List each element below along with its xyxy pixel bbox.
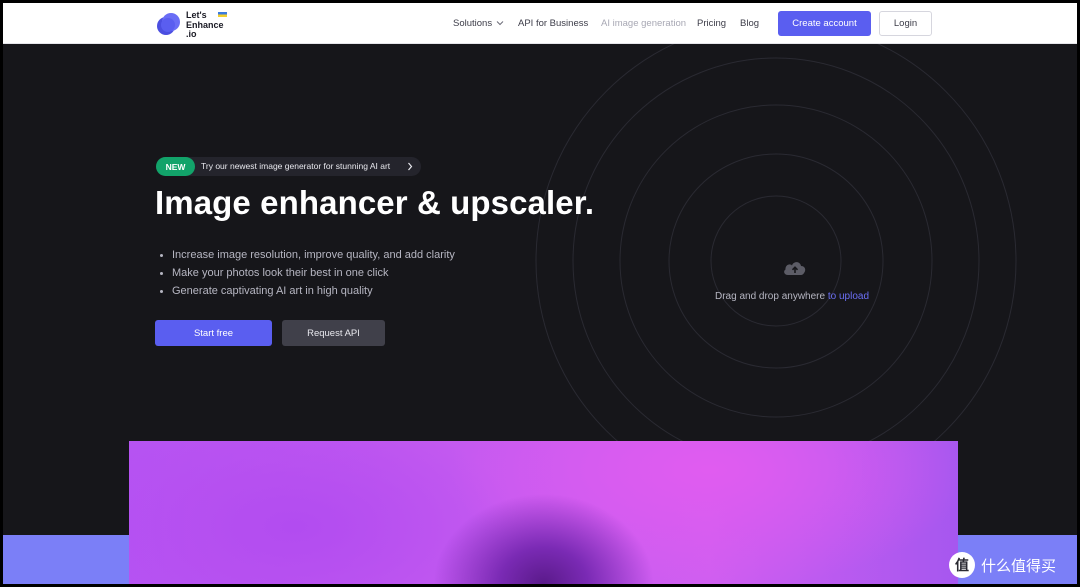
watermark-text: 什么值得买 bbox=[981, 557, 1057, 575]
upload-text: Drag and drop anywhere bbox=[715, 291, 828, 302]
feature-item: Generate captivating AI art in high qual… bbox=[159, 282, 455, 300]
cloud-upload-icon[interactable] bbox=[782, 259, 808, 277]
nav-ai-image-generation[interactable]: AI image generation bbox=[601, 18, 686, 29]
nav-solutions[interactable]: Solutions bbox=[453, 18, 492, 29]
feature-item: Make your photos look their best in one … bbox=[159, 264, 455, 282]
login-button[interactable]: Login bbox=[879, 11, 932, 36]
decorative-rings bbox=[535, 44, 1017, 444]
page-frame: Let's Enhance .io Solutions API for Busi… bbox=[3, 3, 1077, 584]
feature-item: Increase image resolution, improve quali… bbox=[159, 246, 455, 264]
feature-list: Increase image resolution, improve quali… bbox=[159, 246, 455, 300]
chevron-right-icon bbox=[408, 162, 413, 171]
nav-api-for-business[interactable]: API for Business bbox=[518, 18, 588, 29]
watermark-logo-icon: 值 bbox=[949, 552, 975, 578]
nav-pricing[interactable]: Pricing bbox=[697, 18, 726, 29]
top-navbar: Let's Enhance .io Solutions API for Busi… bbox=[3, 3, 1077, 44]
create-account-button[interactable]: Create account bbox=[778, 11, 871, 36]
new-feature-badge[interactable]: NEW Try our newest image generator for s… bbox=[156, 157, 421, 176]
chevron-down-icon[interactable] bbox=[496, 20, 504, 26]
svg-text:值: 值 bbox=[955, 557, 969, 574]
preview-image bbox=[129, 441, 958, 584]
nav-blog[interactable]: Blog bbox=[740, 18, 759, 29]
upload-link[interactable]: to upload bbox=[828, 291, 869, 302]
request-api-button[interactable]: Request API bbox=[282, 320, 385, 346]
new-label: NEW bbox=[156, 157, 195, 176]
badge-text: Try our newest image generator for stunn… bbox=[201, 161, 391, 171]
hero-title: Image enhancer & upscaler. bbox=[155, 184, 595, 221]
upload-dropzone-text[interactable]: Drag and drop anywhere to upload bbox=[715, 291, 869, 302]
watermark: 值 什么值得买 bbox=[949, 552, 1077, 578]
start-free-button[interactable]: Start free bbox=[155, 320, 272, 346]
